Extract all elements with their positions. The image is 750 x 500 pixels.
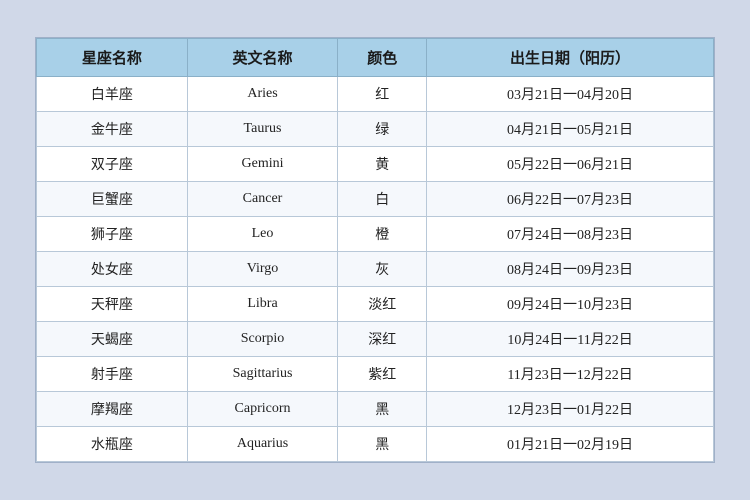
table-cell: Cancer (187, 182, 338, 217)
table-cell: 摩羯座 (37, 392, 188, 427)
table-cell: 巨蟹座 (37, 182, 188, 217)
table-cell: Aquarius (187, 427, 338, 462)
table-cell: 06月22日一07月23日 (427, 182, 714, 217)
table-row: 白羊座Aries红03月21日一04月20日 (37, 77, 714, 112)
table-cell: Gemini (187, 147, 338, 182)
table-cell: 处女座 (37, 252, 188, 287)
table-cell: Virgo (187, 252, 338, 287)
table-cell: 狮子座 (37, 217, 188, 252)
zodiac-table-container: 星座名称 英文名称 颜色 出生日期（阳历） 白羊座Aries红03月21日一04… (35, 37, 715, 463)
table-cell: 射手座 (37, 357, 188, 392)
header-english-name: 英文名称 (187, 39, 338, 77)
table-cell: Scorpio (187, 322, 338, 357)
table-cell: 红 (338, 77, 427, 112)
table-header-row: 星座名称 英文名称 颜色 出生日期（阳历） (37, 39, 714, 77)
table-cell: 紫红 (338, 357, 427, 392)
table-row: 摩羯座Capricorn黑12月23日一01月22日 (37, 392, 714, 427)
table-cell: 01月21日一02月19日 (427, 427, 714, 462)
table-cell: 09月24日一10月23日 (427, 287, 714, 322)
zodiac-table: 星座名称 英文名称 颜色 出生日期（阳历） 白羊座Aries红03月21日一04… (36, 38, 714, 462)
table-cell: Libra (187, 287, 338, 322)
table-cell: 黄 (338, 147, 427, 182)
table-cell: 黑 (338, 427, 427, 462)
table-row: 巨蟹座Cancer白06月22日一07月23日 (37, 182, 714, 217)
table-cell: 淡红 (338, 287, 427, 322)
table-row: 天蝎座Scorpio深红10月24日一11月22日 (37, 322, 714, 357)
table-row: 处女座Virgo灰08月24日一09月23日 (37, 252, 714, 287)
table-cell: 白羊座 (37, 77, 188, 112)
table-cell: Capricorn (187, 392, 338, 427)
table-cell: Taurus (187, 112, 338, 147)
table-cell: 03月21日一04月20日 (427, 77, 714, 112)
table-cell: 11月23日一12月22日 (427, 357, 714, 392)
table-row: 射手座Sagittarius紫红11月23日一12月22日 (37, 357, 714, 392)
header-chinese-name: 星座名称 (37, 39, 188, 77)
table-cell: 橙 (338, 217, 427, 252)
table-cell: 金牛座 (37, 112, 188, 147)
table-row: 金牛座Taurus绿04月21日一05月21日 (37, 112, 714, 147)
table-cell: 双子座 (37, 147, 188, 182)
table-cell: 07月24日一08月23日 (427, 217, 714, 252)
table-cell: 黑 (338, 392, 427, 427)
table-cell: 白 (338, 182, 427, 217)
table-cell: 05月22日一06月21日 (427, 147, 714, 182)
header-birthdate: 出生日期（阳历） (427, 39, 714, 77)
table-cell: 天蝎座 (37, 322, 188, 357)
table-cell: 天秤座 (37, 287, 188, 322)
table-cell: 12月23日一01月22日 (427, 392, 714, 427)
table-cell: 灰 (338, 252, 427, 287)
table-row: 水瓶座Aquarius黑01月21日一02月19日 (37, 427, 714, 462)
table-cell: Aries (187, 77, 338, 112)
table-cell: 绿 (338, 112, 427, 147)
table-cell: Leo (187, 217, 338, 252)
table-row: 双子座Gemini黄05月22日一06月21日 (37, 147, 714, 182)
table-row: 天秤座Libra淡红09月24日一10月23日 (37, 287, 714, 322)
table-cell: 深红 (338, 322, 427, 357)
table-cell: Sagittarius (187, 357, 338, 392)
table-cell: 水瓶座 (37, 427, 188, 462)
table-cell: 10月24日一11月22日 (427, 322, 714, 357)
table-cell: 08月24日一09月23日 (427, 252, 714, 287)
table-row: 狮子座Leo橙07月24日一08月23日 (37, 217, 714, 252)
table-cell: 04月21日一05月21日 (427, 112, 714, 147)
header-color: 颜色 (338, 39, 427, 77)
